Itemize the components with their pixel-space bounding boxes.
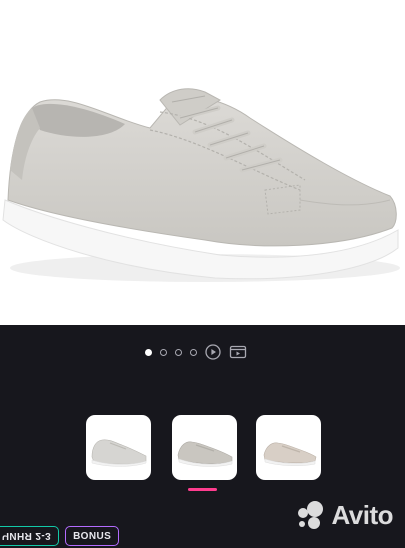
rating-badge[interactable]: ЧИНЯ 2-3 bbox=[0, 526, 60, 546]
thumbnail-strip bbox=[86, 415, 328, 485]
sneaker-thumb-icon bbox=[177, 441, 233, 467]
play-icon[interactable] bbox=[205, 344, 221, 360]
thumbnail-3[interactable] bbox=[256, 415, 321, 480]
gallery-pagination bbox=[145, 344, 247, 360]
thumbnail-2[interactable] bbox=[172, 415, 237, 480]
sneaker-thumb-icon bbox=[263, 442, 317, 466]
badges-row: ЧИНЯ 2-3 BONUS bbox=[0, 526, 120, 548]
avito-wordmark: Avito bbox=[331, 499, 393, 530]
product-photo[interactable] bbox=[0, 0, 405, 325]
pagination-dot[interactable] bbox=[175, 348, 182, 356]
sneaker-thumb-icon bbox=[91, 439, 147, 467]
bonus-badge[interactable]: BONUS bbox=[65, 526, 120, 546]
avito-logo-icon bbox=[298, 501, 324, 529]
avito-watermark: Avito bbox=[294, 499, 393, 531]
video-reel-icon[interactable] bbox=[229, 344, 247, 360]
thumbnail-1[interactable] bbox=[86, 415, 151, 480]
pagination-dot-active[interactable] bbox=[145, 348, 152, 356]
pagination-dot[interactable] bbox=[190, 348, 197, 356]
pagination-dot[interactable] bbox=[160, 348, 167, 356]
active-thumbnail-indicator bbox=[188, 488, 217, 491]
sneaker-image bbox=[2, 88, 400, 282]
